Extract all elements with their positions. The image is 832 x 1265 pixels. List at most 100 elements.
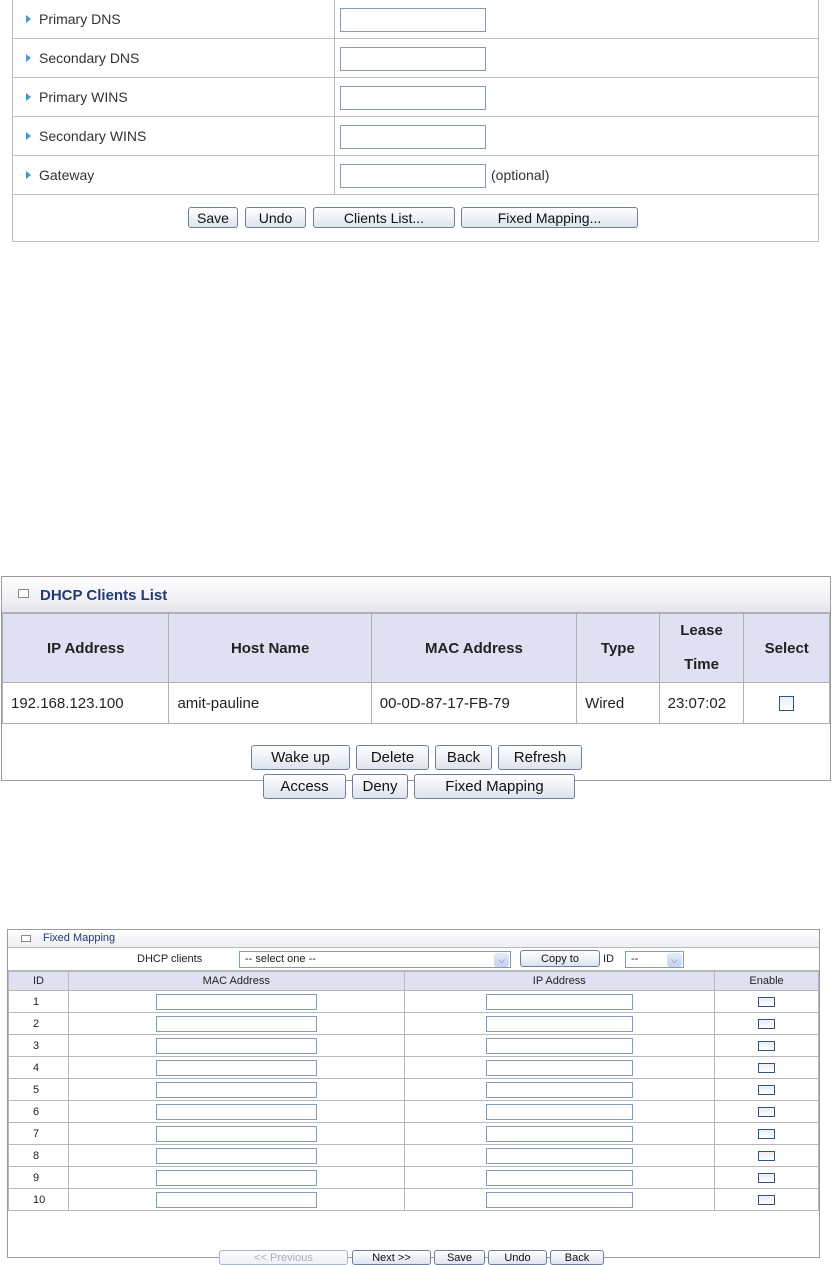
setting-label-cell: Primary DNS bbox=[13, 0, 335, 38]
ip-address-input[interactable] bbox=[485, 1148, 633, 1164]
copy-to-button[interactable]: Copy to bbox=[520, 950, 600, 967]
access-button[interactable]: Access bbox=[263, 774, 346, 799]
ip-address-input[interactable] bbox=[485, 1016, 633, 1032]
table-row: 9 bbox=[8, 1166, 819, 1189]
bullet-arrow-icon bbox=[26, 15, 31, 23]
ip-cell bbox=[403, 990, 716, 1013]
table-row: 2 bbox=[8, 1012, 819, 1035]
save-button[interactable]: Save bbox=[434, 1250, 485, 1265]
enable-checkbox[interactable] bbox=[758, 997, 776, 1007]
row-id: 4 bbox=[8, 1056, 69, 1079]
column-header-select: Select bbox=[743, 613, 830, 683]
bullet-arrow-icon bbox=[26, 54, 31, 62]
ip-cell bbox=[403, 1034, 716, 1057]
ip-address-input[interactable] bbox=[485, 1082, 633, 1098]
enable-checkbox[interactable] bbox=[758, 1019, 776, 1029]
ip-cell bbox=[403, 1012, 716, 1035]
undo-button[interactable]: Undo bbox=[488, 1250, 547, 1265]
setting-input[interactable] bbox=[340, 47, 486, 71]
client-host-name: amit-pauline bbox=[168, 682, 372, 724]
ip-address-input[interactable] bbox=[485, 1060, 633, 1076]
enable-checkbox[interactable] bbox=[758, 1085, 776, 1095]
mac-cell bbox=[67, 1012, 405, 1035]
mac-address-input[interactable] bbox=[155, 1082, 317, 1098]
ip-address-input[interactable] bbox=[485, 1170, 633, 1186]
setting-label: Secondary DNS bbox=[39, 50, 140, 66]
enable-checkbox[interactable] bbox=[758, 1173, 776, 1183]
row-id: 10 bbox=[8, 1188, 69, 1211]
mac-cell bbox=[67, 1100, 405, 1123]
clients-list-button[interactable]: Clients List... bbox=[313, 207, 455, 228]
setting-note: (optional) bbox=[491, 167, 550, 183]
enable-checkbox[interactable] bbox=[758, 1151, 776, 1161]
ip-address-input[interactable] bbox=[485, 1126, 633, 1142]
enable-cell bbox=[714, 1078, 819, 1101]
enable-cell bbox=[714, 1034, 819, 1057]
mac-address-input[interactable] bbox=[155, 994, 317, 1010]
panel-title: Fixed Mapping bbox=[43, 932, 116, 944]
panel-square-icon bbox=[21, 935, 31, 942]
table-row: 4 bbox=[8, 1056, 819, 1079]
mac-cell bbox=[67, 1122, 405, 1145]
back-button[interactable]: Back bbox=[435, 745, 492, 770]
setting-label-cell: Secondary WINS bbox=[13, 117, 335, 155]
ip-address-input[interactable] bbox=[485, 994, 633, 1010]
enable-checkbox[interactable] bbox=[758, 1195, 776, 1205]
ip-cell bbox=[403, 1100, 716, 1123]
dhcp-clients-label: DHCP clients bbox=[137, 953, 203, 965]
table-row: 1 bbox=[8, 990, 819, 1013]
mac-address-input[interactable] bbox=[155, 1148, 317, 1164]
previous-button[interactable]: << Previous bbox=[219, 1250, 348, 1265]
client-type: Wired bbox=[576, 682, 660, 724]
mac-address-input[interactable] bbox=[155, 1126, 317, 1142]
ip-address-input[interactable] bbox=[485, 1038, 633, 1054]
row-id: 6 bbox=[8, 1100, 69, 1123]
setting-label-cell: Primary WINS bbox=[13, 78, 335, 116]
id-select[interactable]: -- ⌵ bbox=[625, 951, 684, 968]
client-lease-time: 23:07:02 bbox=[658, 682, 745, 724]
enable-checkbox[interactable] bbox=[758, 1107, 776, 1117]
undo-button[interactable]: Undo bbox=[245, 207, 306, 228]
client-ip: 192.168.123.100 bbox=[1, 682, 170, 724]
mac-address-input[interactable] bbox=[155, 1170, 317, 1186]
back-button[interactable]: Back bbox=[550, 1250, 604, 1265]
refresh-button[interactable]: Refresh bbox=[498, 745, 582, 770]
ip-address-input[interactable] bbox=[485, 1104, 633, 1120]
mac-address-input[interactable] bbox=[155, 1038, 317, 1054]
fixed-mapping-button[interactable]: Fixed Mapping... bbox=[461, 207, 638, 228]
setting-label: Gateway bbox=[39, 167, 95, 183]
table-row: 10 bbox=[8, 1188, 819, 1211]
table-row: 6 bbox=[8, 1100, 819, 1123]
wake-up-button[interactable]: Wake up bbox=[251, 745, 350, 770]
column-header-lease-time: Lease Time bbox=[658, 613, 745, 683]
setting-input[interactable] bbox=[340, 8, 486, 32]
row-id: 7 bbox=[8, 1122, 69, 1145]
row-id: 3 bbox=[8, 1034, 69, 1057]
delete-button[interactable]: Delete bbox=[356, 745, 429, 770]
table-row: 8 bbox=[8, 1144, 819, 1167]
mac-cell bbox=[67, 1166, 405, 1189]
bullet-arrow-icon bbox=[26, 132, 31, 140]
ip-address-input[interactable] bbox=[485, 1192, 633, 1208]
enable-checkbox[interactable] bbox=[758, 1063, 776, 1073]
setting-input[interactable] bbox=[340, 86, 486, 110]
enable-checkbox[interactable] bbox=[758, 1129, 776, 1139]
fixed-mapping-button[interactable]: Fixed Mapping bbox=[414, 774, 575, 799]
select-checkbox[interactable] bbox=[779, 695, 795, 711]
save-button[interactable]: Save bbox=[188, 207, 238, 228]
dhcp-clients-select[interactable]: -- select one -- ⌵ bbox=[239, 951, 511, 968]
column-header-host: Host Name bbox=[168, 613, 372, 683]
mac-address-input[interactable] bbox=[155, 1016, 317, 1032]
setting-input[interactable] bbox=[340, 125, 486, 149]
setting-input[interactable] bbox=[340, 164, 486, 188]
mac-address-input[interactable] bbox=[155, 1104, 317, 1120]
setting-label-cell: Gateway bbox=[13, 156, 335, 194]
next-button[interactable]: Next >> bbox=[352, 1250, 431, 1265]
enable-checkbox[interactable] bbox=[758, 1041, 776, 1051]
mac-address-input[interactable] bbox=[155, 1192, 317, 1208]
setting-row: Secondary WINS bbox=[13, 117, 818, 156]
panel-square-icon bbox=[18, 589, 29, 598]
clients-table: IP Address Host Name MAC Address Type Le… bbox=[1, 613, 830, 724]
mac-address-input[interactable] bbox=[155, 1060, 317, 1076]
deny-button[interactable]: Deny bbox=[352, 774, 408, 799]
